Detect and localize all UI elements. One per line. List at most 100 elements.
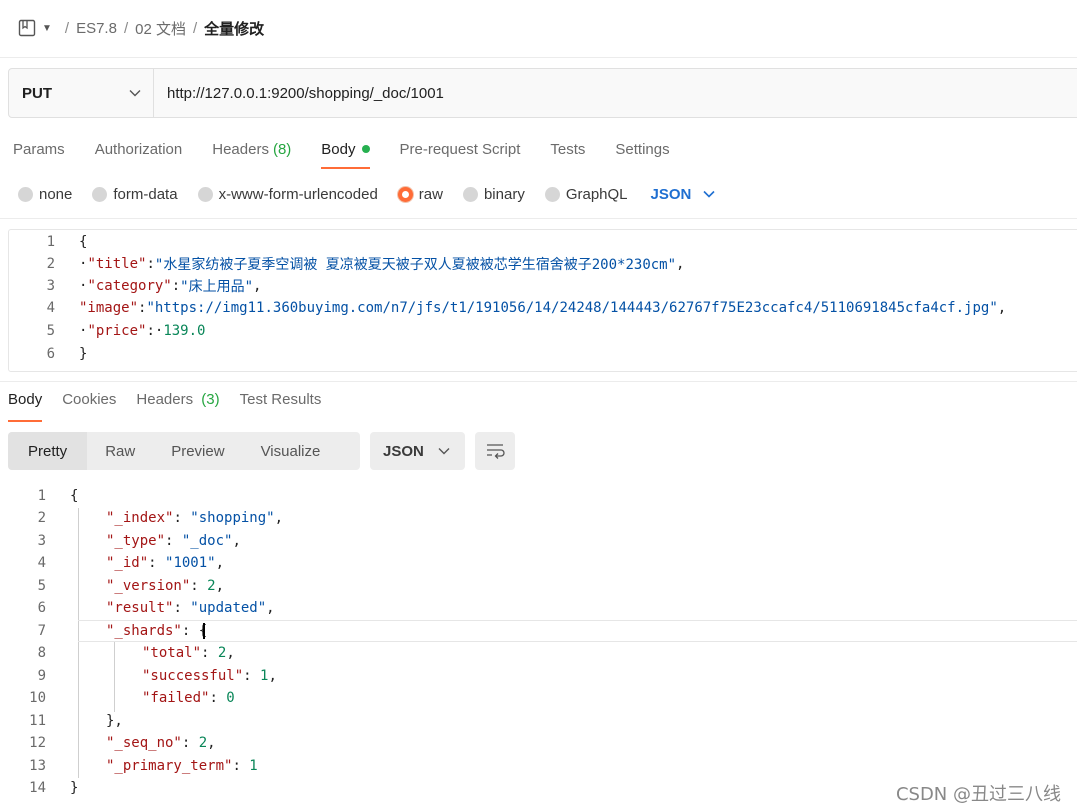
json-string: "https://img11.360buyimg.com/n7/jfs/t1/1… — [146, 300, 998, 316]
json-key: "title" — [87, 256, 147, 272]
code-line: 5 · "price":· 139.0 — [9, 320, 206, 342]
line-number: 13 — [29, 758, 46, 774]
breadcrumb-item-folder[interactable]: 02 文档 — [135, 18, 186, 39]
caret-down-icon[interactable]: ▼ — [42, 23, 52, 34]
tab-response-body[interactable]: Body — [8, 391, 43, 422]
tab-response-headers[interactable]: Headers (3) — [136, 391, 219, 413]
request-bar: PUT http://127.0.0.1:9200/shopping/_doc/… — [8, 68, 1077, 118]
radio-icon[interactable] — [462, 186, 478, 202]
radio-x-www-form-urlencoded[interactable]: x-www-form-urlencoded — [197, 186, 378, 203]
body-language-select[interactable]: JSON — [651, 186, 716, 203]
chevron-down-icon — [703, 190, 715, 198]
wrap-lines-icon — [487, 444, 505, 459]
code-text: } — [70, 780, 79, 796]
radio-icon[interactable] — [18, 186, 33, 202]
view-preview-button[interactable]: Preview — [153, 432, 242, 470]
breadcrumb-separator: / — [123, 19, 129, 37]
radio-none[interactable]: none — [18, 186, 72, 203]
tab-params[interactable]: Params — [13, 136, 65, 162]
json-key: "_seq_no" — [106, 735, 182, 751]
line-number: 4 — [46, 300, 55, 316]
line-number: 12 — [29, 735, 46, 751]
chevron-down-icon — [438, 448, 450, 455]
radio-label: form-data — [113, 185, 178, 203]
breadcrumb-item-collection[interactable]: ES7.8 — [76, 20, 117, 37]
request-title[interactable]: 全量修改 — [204, 18, 264, 39]
tab-body[interactable]: Body — [321, 136, 370, 169]
tab-label: Headers — [212, 140, 269, 158]
radio-icon[interactable] — [197, 186, 213, 202]
json-key: "_type" — [106, 533, 166, 549]
code-line: 14} — [0, 777, 78, 799]
tab-authorization[interactable]: Authorization — [95, 136, 183, 162]
radio-icon[interactable] — [544, 186, 560, 202]
json-string: "shopping" — [190, 510, 275, 526]
tab-pre-request-script[interactable]: Pre-request Script — [400, 136, 521, 162]
response-format-select[interactable]: JSON — [370, 432, 465, 470]
json-key: "failed" — [142, 690, 210, 706]
line-number: 3 — [46, 278, 55, 294]
divider — [0, 218, 1077, 219]
format-label: JSON — [383, 442, 424, 460]
response-body-viewer[interactable]: 1 { 2 "_index": "shopping", 3 "_type": "_do… — [0, 485, 1077, 805]
json-number: 2 — [198, 735, 208, 751]
view-pretty-button[interactable]: Pretty — [8, 432, 88, 470]
json-number: 139.0 — [163, 323, 206, 339]
tab-label: Body — [8, 391, 43, 408]
code-line: 9 "successful": 1, — [0, 665, 277, 687]
watermark: CSDN @丑过三八线 — [895, 784, 1061, 805]
radio-graphql[interactable]: GraphQL — [544, 185, 628, 203]
headers-count: (3) — [201, 391, 220, 408]
view-raw-button[interactable]: Raw — [87, 432, 153, 470]
radio-label: GraphQL — [565, 185, 628, 203]
line-number: 1 — [37, 488, 46, 504]
json-key: "image" — [79, 300, 139, 316]
line-number: 11 — [29, 713, 46, 729]
line-number: 9 — [37, 668, 46, 684]
code-line: 3 "_type": "_doc", — [0, 530, 241, 552]
wrap-lines-button[interactable] — [475, 432, 515, 470]
line-number: 6 — [37, 600, 46, 616]
request-body-editor[interactable]: 1{ 2 · "title": "水星家纺被子夏季空调被 夏凉被夏天被子双人夏被被芯学… — [8, 229, 1077, 372]
code-line: 3 · "category": "床上用品", — [9, 275, 262, 297]
code-line: 6} — [9, 343, 88, 365]
tab-cookies[interactable]: Cookies — [62, 391, 116, 413]
response-tabs: Body Cookies Headers (3) Test Results — [8, 391, 341, 422]
text-cursor — [203, 623, 206, 639]
json-key: "result" — [106, 600, 174, 616]
tab-test-results[interactable]: Test Results — [240, 391, 322, 413]
code-text: { — [70, 488, 79, 504]
json-key: "_id" — [106, 555, 149, 571]
code-line: 2 "_index": "shopping", — [0, 507, 283, 529]
tab-label: Authorization — [94, 140, 183, 158]
tab-tests[interactable]: Tests — [550, 136, 585, 162]
radio-form-data[interactable]: form-data — [92, 185, 178, 203]
line-number: 6 — [46, 346, 55, 362]
collection-icon[interactable] — [18, 19, 36, 37]
radio-selected-icon[interactable] — [397, 186, 413, 202]
breadcrumb: ▼ / ES7.8 / 02 文档 / 全量修改 — [18, 14, 264, 42]
json-key: "total" — [142, 645, 202, 661]
json-key: "_shards" — [106, 623, 182, 639]
method-label: PUT — [22, 84, 52, 102]
radio-label: raw — [418, 185, 443, 203]
code-line: 4 "_id": "1001", — [0, 552, 224, 574]
code-line: 2 · "title": "水星家纺被子夏季空调被 夏凉被夏天被子双人夏被被芯学生宿舍… — [9, 253, 685, 275]
json-key: "successful" — [142, 668, 244, 684]
view-visualize-button[interactable]: Visualize — [243, 432, 339, 470]
view-mode-group: Pretty Raw Preview Visualize — [8, 432, 360, 470]
url-input[interactable]: http://127.0.0.1:9200/shopping/_doc/1001 — [154, 69, 444, 117]
tab-headers[interactable]: Headers (8) — [212, 136, 291, 162]
radio-binary[interactable]: binary — [462, 186, 525, 203]
radio-icon[interactable] — [92, 186, 108, 202]
json-key: "category" — [87, 278, 172, 294]
radio-raw[interactable]: raw — [397, 185, 443, 203]
method-select[interactable]: PUT — [9, 69, 154, 117]
code-text: { — [79, 234, 88, 250]
tab-settings[interactable]: Settings — [615, 136, 669, 162]
code-text: }, — [106, 713, 123, 729]
line-number: 8 — [37, 645, 46, 661]
line-number: 10 — [29, 690, 46, 706]
code-line: 13 "_primary_term": 1 — [0, 755, 258, 777]
code-line: 1{ — [9, 231, 88, 253]
